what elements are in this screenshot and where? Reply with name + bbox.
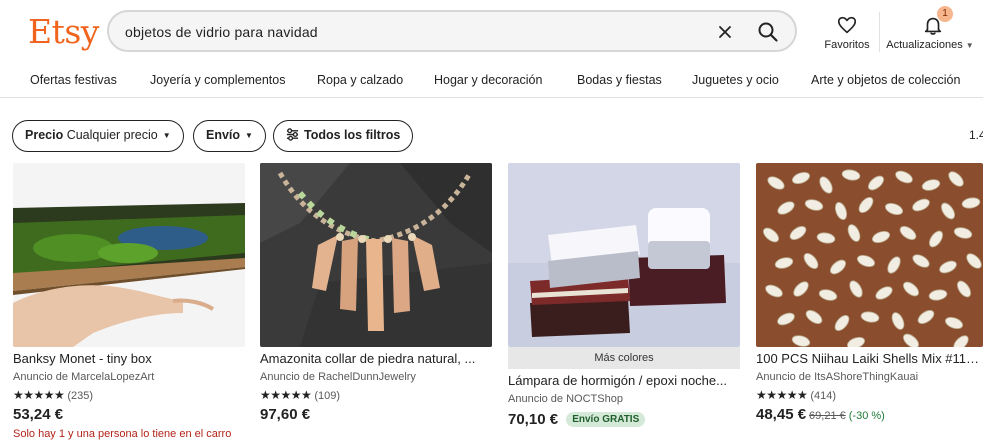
listing-title[interactable]: Banksy Monet - tiny box (13, 351, 241, 366)
all-filters-label: Todos los filtros (304, 128, 401, 142)
search-input[interactable]: objetos de vidrio para navidad (125, 12, 318, 52)
listing-title[interactable]: 100 PCS Niihau Laiki Shells Mix #114... (756, 351, 980, 366)
price-filter-label: Precio (25, 128, 64, 142)
listing-price-value: 48,45 € (756, 406, 807, 423)
sliders-icon (286, 128, 299, 141)
listing-rating: ★★★★★ (109) (260, 388, 340, 402)
listing-shop: Anuncio de RachelDunnJewelry (260, 371, 416, 383)
category-link[interactable]: Ropa y calzado (317, 66, 403, 94)
chevron-down-icon: ▼ (965, 41, 974, 50)
favorites-label: Favoritos (824, 39, 870, 51)
listing-image[interactable] (13, 163, 245, 347)
review-count: (235) (67, 390, 94, 402)
review-count: (414) (810, 390, 837, 402)
listing-rating: ★★★★★ (414) (756, 388, 836, 402)
favorites-button[interactable]: Favoritos (818, 14, 876, 51)
more-colors-label[interactable]: Más colores (508, 347, 740, 369)
star-rating-icon: ★★★★★ (13, 388, 65, 402)
category-link[interactable]: Bodas y fiestas (577, 66, 662, 94)
listing-price: 48,45 €69,21 € (-30 %) (756, 406, 885, 423)
star-rating-icon: ★★★★★ (756, 388, 808, 402)
category-link[interactable]: Hogar y decoración (434, 66, 542, 94)
price-filter-button[interactable]: Precio Cualquier precio ▼ (12, 120, 184, 152)
result-count: 1.4 (969, 128, 983, 142)
search-icon[interactable] (757, 21, 779, 43)
listing-shop: Anuncio de NOCTShop (508, 393, 623, 405)
all-filters-button[interactable]: Todos los filtros (273, 120, 414, 152)
category-nav: Ofertas festivas Joyería y complementos … (0, 66, 983, 94)
category-link[interactable]: Juguetes y ocio (692, 66, 779, 94)
shipping-filter-label: Envío (206, 128, 241, 142)
original-price: 69,21 € (809, 410, 846, 422)
listing-price: 97,60 € (260, 406, 311, 423)
caret-down-icon: ▼ (162, 131, 171, 140)
shipping-filter-button[interactable]: Envío ▼ (193, 120, 266, 152)
listing-image[interactable] (756, 163, 983, 347)
category-link[interactable]: Ofertas festivas (30, 66, 117, 94)
review-count: (109) (314, 390, 341, 402)
search-bar[interactable]: objetos de vidrio para navidad (107, 10, 797, 52)
updates-label: Actualizaciones (886, 39, 963, 51)
listing-rating: ★★★★★ (235) (13, 388, 93, 402)
listing-title[interactable]: Amazonita collar de piedra natural, ... (260, 351, 488, 366)
category-link[interactable]: Joyería y complementos (150, 66, 285, 94)
discount-label: (-30 %) (848, 410, 885, 422)
listing-image[interactable] (260, 163, 492, 347)
price-filter-value: Cualquier precio (66, 128, 158, 142)
listing-price-value: 70,10 € (508, 411, 559, 428)
listing-price: 70,10 € Envío GRATIS (508, 411, 646, 428)
notification-badge: 1 (937, 6, 953, 22)
caret-down-icon: ▼ (245, 131, 253, 140)
heart-icon (837, 16, 857, 34)
updates-button[interactable]: Actualizaciones ▼ (880, 14, 980, 51)
listing-image[interactable] (508, 163, 740, 347)
category-link[interactable]: Arte y objetos de colección (811, 66, 960, 94)
listing-title[interactable]: Lámpara de hormigón / epoxi noche... (508, 373, 736, 388)
listing-shop: Anuncio de MarcelaLopezArt (13, 371, 155, 383)
star-rating-icon: ★★★★★ (260, 388, 312, 402)
listing-price: 53,24 € (13, 406, 64, 423)
stock-note: Solo hay 1 y una persona lo tiene en el … (13, 428, 232, 440)
listing-shop: Anuncio de ItsAShoreThingKauai (756, 371, 919, 383)
nav-divider (0, 97, 983, 98)
etsy-logo[interactable]: Etsy (28, 10, 99, 54)
clear-search-icon[interactable] (715, 22, 735, 42)
free-shipping-badge: Envío GRATIS (566, 412, 646, 427)
